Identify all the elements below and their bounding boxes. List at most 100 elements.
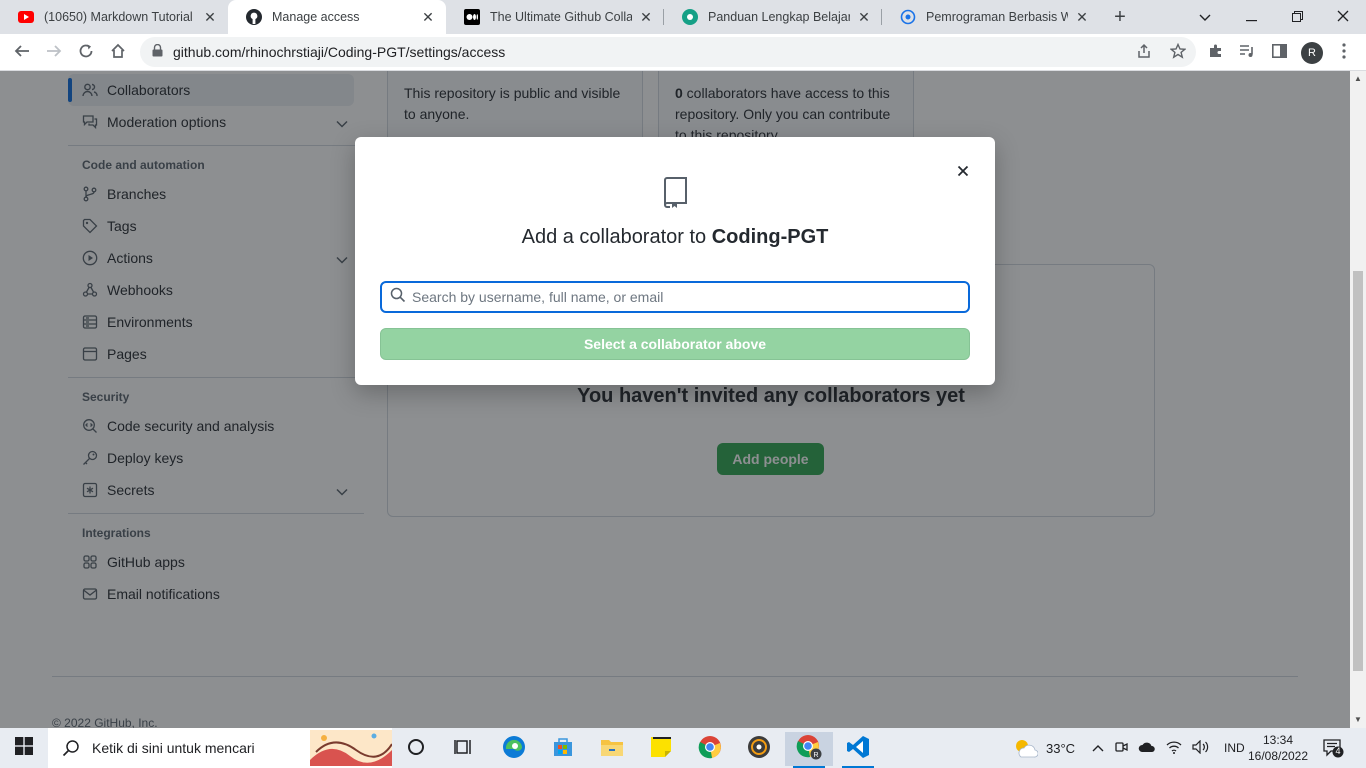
- taskbar-sticky-notes[interactable]: [637, 732, 685, 766]
- onedrive-icon[interactable]: [1138, 741, 1156, 756]
- taskbar-store[interactable]: [539, 732, 587, 766]
- browser-menu-button[interactable]: [1331, 40, 1357, 66]
- media-controls-button[interactable]: [1234, 40, 1260, 66]
- minimize-icon: [1245, 10, 1257, 25]
- browser-tab-youtube[interactable]: (10650) Markdown Tutorial # ✕: [0, 0, 228, 34]
- share-icon[interactable]: [1136, 43, 1152, 62]
- taskbar-search-placeholder: Ketik di sini untuk mencari: [92, 740, 255, 756]
- clock-date: 16/08/2022: [1247, 749, 1309, 763]
- select-collaborator-button[interactable]: Select a collaborator above: [380, 328, 970, 360]
- windows-logo-icon: [15, 736, 33, 760]
- youtube-icon: [18, 9, 34, 25]
- reload-button[interactable]: [73, 40, 99, 66]
- tab-title: (10650) Markdown Tutorial #: [44, 10, 196, 24]
- scrollbar-thumb[interactable]: [1353, 271, 1363, 671]
- restore-button[interactable]: [1274, 0, 1320, 34]
- collaborator-search-field[interactable]: [380, 281, 970, 313]
- close-window-button[interactable]: [1320, 0, 1366, 34]
- new-tab-button[interactable]: +: [1108, 5, 1132, 29]
- tab-title: Panduan Lengkap Belajar Me: [708, 10, 850, 24]
- close-icon[interactable]: ✕: [638, 9, 654, 26]
- wifi-icon[interactable]: [1166, 740, 1182, 757]
- taskbar-file-explorer[interactable]: [588, 732, 636, 766]
- side-panel-button[interactable]: [1266, 40, 1292, 66]
- arrow-right-icon: [46, 43, 62, 64]
- taskbar-chrome[interactable]: [686, 732, 734, 766]
- home-icon: [110, 43, 126, 64]
- notification-center-button[interactable]: 4: [1322, 737, 1344, 759]
- address-bar[interactable]: github.com/rhinochrstiaji/Coding-PGT/set…: [140, 37, 1196, 67]
- clock-time: 13:34: [1262, 733, 1294, 747]
- github-settings-page: Collaborators Moderation options Code an…: [0, 71, 1350, 728]
- tab-search-button[interactable]: [1182, 0, 1228, 34]
- close-icon[interactable]: ✕: [1074, 9, 1090, 26]
- search-highlight-image: [310, 730, 393, 766]
- puzzle-icon: [1208, 43, 1224, 64]
- timeline-button[interactable]: [440, 732, 488, 766]
- arrow-left-icon: [14, 43, 30, 64]
- reload-icon: [78, 43, 94, 64]
- partly-cloudy-icon: [1012, 738, 1038, 758]
- store-icon: [552, 736, 574, 763]
- search-icon: [390, 287, 406, 308]
- codepolitan-icon: [682, 9, 698, 25]
- page-scrollbar[interactable]: ▲ ▼: [1350, 71, 1366, 728]
- collaborator-search-input[interactable]: [412, 289, 968, 305]
- close-icon[interactable]: ✕: [856, 9, 872, 26]
- meet-now-icon[interactable]: [1114, 740, 1128, 757]
- bookmark-star-icon[interactable]: [1169, 42, 1187, 62]
- tab-title: Pemrograman Berbasis Web:: [926, 10, 1068, 24]
- forward-button[interactable]: [41, 40, 67, 66]
- taskbar-media-player[interactable]: [735, 732, 783, 766]
- kebab-menu-icon: [1342, 42, 1346, 64]
- home-button[interactable]: [105, 40, 131, 66]
- repository-name: Coding-PGT: [711, 226, 829, 248]
- browser-toolbar: github.com/rhinochrstiaji/Coding-PGT/set…: [0, 34, 1366, 71]
- sticky-notes-icon: [650, 736, 672, 763]
- playlist-icon: [1239, 43, 1255, 64]
- weather-widget[interactable]: 33°C: [1012, 728, 1075, 768]
- github-icon: [246, 9, 262, 25]
- taskbar-vscode[interactable]: [834, 732, 882, 768]
- chevron-up-icon[interactable]: [1092, 741, 1104, 755]
- scroll-up-icon[interactable]: ▲: [1350, 71, 1366, 87]
- close-dialog-button[interactable]: [955, 165, 971, 181]
- lock-icon: [152, 43, 163, 60]
- volume-icon[interactable]: [1192, 739, 1210, 757]
- weather-temperature: 33°C: [1046, 740, 1076, 756]
- browser-tab-pemrograman[interactable]: Pemrograman Berbasis Web: ✕: [882, 0, 1100, 34]
- taskbar-edge[interactable]: [490, 732, 538, 766]
- medium-icon: [464, 9, 480, 25]
- browser-tab-codepolitan[interactable]: Panduan Lengkap Belajar Me ✕: [664, 0, 882, 34]
- edge-icon: [502, 735, 526, 764]
- side-panel-icon: [1271, 43, 1287, 63]
- cortana-circle-icon: [407, 738, 425, 761]
- vscode-icon: [846, 735, 870, 764]
- minimize-button[interactable]: [1228, 0, 1274, 34]
- close-icon: [957, 164, 969, 182]
- dialog-title: Add a collaborator to Coding-PGT: [355, 226, 995, 249]
- folder-icon: [600, 737, 624, 762]
- chevron-down-icon: [1199, 10, 1211, 25]
- extensions-button[interactable]: [1203, 40, 1229, 66]
- profile-avatar[interactable]: R: [1301, 42, 1323, 64]
- scroll-down-icon[interactable]: ▼: [1350, 712, 1366, 728]
- browser-tab-medium[interactable]: The Ultimate Github Collabor ✕: [446, 0, 664, 34]
- windows-taskbar: Ketik di sini untuk mencari R 33°C IND 1…: [0, 728, 1366, 768]
- close-icon: [1337, 10, 1349, 25]
- taskbar-clock[interactable]: 13:34 16/08/2022: [1240, 732, 1316, 764]
- task-view-button[interactable]: [392, 732, 440, 766]
- close-icon[interactable]: ✕: [420, 9, 436, 26]
- browser-tabbar: (10650) Markdown Tutorial # ✕ Manage acc…: [0, 0, 1366, 34]
- svg-text:R: R: [813, 752, 818, 759]
- browser-tab-manage-access[interactable]: Manage access ✕: [228, 0, 446, 34]
- globe-icon: [900, 9, 916, 25]
- taskbar-search-box[interactable]: Ketik di sini untuk mencari: [48, 728, 393, 768]
- chrome-icon: [698, 735, 722, 764]
- start-button[interactable]: [0, 728, 48, 768]
- dialog-title-prefix: Add a collaborator to: [521, 226, 712, 248]
- taskbar-chrome-profile[interactable]: R: [785, 732, 833, 768]
- back-button[interactable]: [9, 40, 35, 66]
- close-icon[interactable]: ✕: [202, 9, 218, 26]
- system-tray: IND: [1092, 728, 1245, 768]
